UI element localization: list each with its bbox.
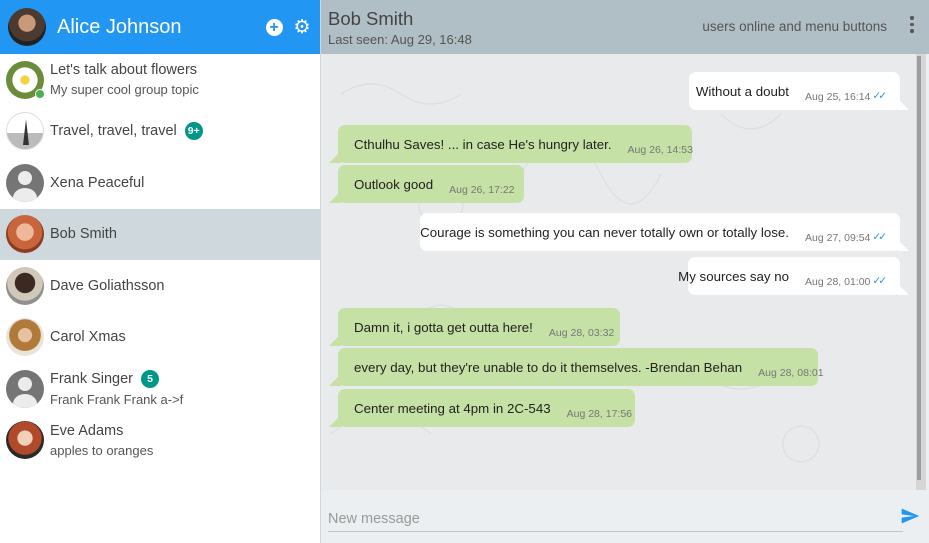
flower-avatar <box>6 60 45 99</box>
contact-text: Let's talk about flowers My super cool gr… <box>50 62 199 97</box>
outgoing-message[interactable]: My sources say no Aug 28, 01:00 ✓✓ <box>678 257 909 295</box>
contact-name: Frank Singer <box>50 371 134 388</box>
more-vertical-icon[interactable] <box>909 16 915 33</box>
message-timestamp: Aug 27, 09:54 <box>805 232 871 244</box>
contact-item[interactable]: Dave Goliathsson <box>0 260 320 312</box>
contact-item[interactable]: Let's talk about flowers My super cool gr… <box>0 54 320 106</box>
new-message-input[interactable] <box>328 506 903 532</box>
unread-badge: 5 <box>141 370 160 389</box>
double-check-icon: ✓✓ <box>872 231 887 243</box>
message-timestamp: Aug 28, 08:01 <box>758 367 824 379</box>
settings-button[interactable]: ⚙ <box>292 17 312 37</box>
contact-subtitle: apples to oranges <box>50 442 154 458</box>
incoming-message[interactable]: Center meeting at 4pm in 2C-543 Aug 28, 1… <box>329 389 635 427</box>
message-timestamp: Aug 28, 01:00 <box>805 276 871 288</box>
contact-text: Carol Xmas <box>50 329 126 345</box>
contact-item[interactable]: Frank Singer 5 Frank Frank Frank a->f <box>0 363 320 415</box>
contact-name: Xena Peaceful <box>50 174 145 191</box>
outgoing-message[interactable]: Without a doubt Aug 25, 16:14 ✓✓ <box>689 72 909 110</box>
contact-name-row: Xena Peaceful <box>50 175 144 191</box>
chat-panel: Bob Smith Last seen: Aug 29, 16:48 users… <box>321 0 929 543</box>
contact-name-row: Travel, travel, travel 9+ <box>50 122 203 141</box>
incoming-message[interactable]: every day, but they're unable to do it t… <box>329 348 824 386</box>
message-timestamp: Aug 28, 17:56 <box>566 408 632 420</box>
contact-item[interactable]: Xena Peaceful <box>0 157 320 209</box>
contact-name-row: Let's talk about flowers <box>50 62 199 78</box>
message-text: My sources say no <box>678 268 789 284</box>
sidebar-header: Alice Johnson + ⚙ <box>0 0 320 54</box>
last-seen: Last seen: Aug 29, 16:48 <box>328 32 472 47</box>
sidebar: Alice Johnson + ⚙ Let's talk about flowe… <box>0 0 321 543</box>
contact-name-row: Eve Adams <box>50 423 153 439</box>
contact-list: Let's talk about flowers My super cool gr… <box>0 54 320 466</box>
contact-name-row: Bob Smith <box>50 226 117 242</box>
plus-circle-icon: + <box>265 18 283 36</box>
contact-name-row: Dave Goliathsson <box>50 278 164 294</box>
incoming-message[interactable]: Cthulhu Saves! ... in case He's hungry l… <box>329 125 693 163</box>
contact-name: Let's talk about flowers <box>50 62 198 79</box>
contact-item[interactable]: Carol Xmas <box>0 312 320 364</box>
message-timestamp: Aug 25, 16:14 <box>805 91 871 103</box>
unread-badge: 9+ <box>184 122 203 141</box>
scrollbar-thumb[interactable] <box>917 56 921 480</box>
double-check-icon: ✓✓ <box>872 275 887 287</box>
message-text: Cthulhu Saves! ... in case He's hungry l… <box>354 136 612 152</box>
message-text: Damn it, i gotta get outta here! <box>354 319 533 335</box>
message-timestamp: Aug 28, 03:32 <box>548 327 615 339</box>
outgoing-message[interactable]: Courage is something you can never total… <box>420 213 909 251</box>
message-timestamp: Aug 26, 14:53 <box>627 144 693 156</box>
chat-header: Bob Smith Last seen: Aug 29, 16:48 users… <box>321 0 929 54</box>
contact-subtitle: My super cool group topic <box>50 82 199 98</box>
contact-name: Eve Adams <box>50 422 124 439</box>
message-text: Without a doubt <box>695 83 789 99</box>
incoming-message[interactable]: Damn it, i gotta get outta here! Aug 28, … <box>329 308 620 346</box>
eiffel-tower-avatar <box>6 112 44 151</box>
header-hint: users online and menu buttons <box>702 19 887 34</box>
contact-name: Travel, travel, travel <box>50 123 177 140</box>
contact-text: Travel, travel, travel 9+ <box>50 122 203 141</box>
message-list: Without a doubt Aug 25, 16:14 ✓✓ Cthulhu Sa… <box>321 54 921 490</box>
contact-text: Frank Singer 5 Frank Frank Frank a->f <box>50 370 183 407</box>
contact-name: Carol Xmas <box>50 329 126 346</box>
send-icon[interactable] <box>899 506 921 526</box>
scrollbar[interactable] <box>916 54 926 490</box>
incoming-message[interactable]: Outlook good Aug 26, 17:22 <box>329 165 524 203</box>
gear-icon: ⚙ <box>293 16 311 38</box>
contact-name: Bob Smith <box>50 226 117 243</box>
contact-name: Dave Goliathsson <box>50 277 165 294</box>
contact-text: Eve Adams apples to oranges <box>50 423 153 458</box>
carol-avatar <box>6 318 44 357</box>
contact-item[interactable]: Eve Adams apples to oranges <box>0 415 320 467</box>
online-indicator <box>35 88 45 99</box>
contact-text: Dave Goliathsson <box>50 278 164 294</box>
new-chat-button[interactable]: + <box>264 17 284 37</box>
message-text: every day, but they're unable to do it t… <box>354 359 743 375</box>
composer <box>321 490 929 543</box>
contact-text: Bob Smith <box>50 226 117 242</box>
dave-avatar <box>6 266 44 305</box>
message-text: Center meeting at 4pm in 2C-543 <box>354 400 551 416</box>
double-check-icon: ✓✓ <box>872 90 887 102</box>
bob-smith-avatar <box>6 215 44 254</box>
contact-name-row: Frank Singer 5 <box>50 370 183 389</box>
message-text: Outlook good <box>354 176 434 192</box>
my-avatar[interactable] <box>8 8 46 46</box>
generic-person-avatar <box>6 369 44 408</box>
contact-subtitle: Frank Frank Frank a->f <box>50 392 184 408</box>
contact-text: Xena Peaceful <box>50 175 144 191</box>
message-text: Courage is something you can never total… <box>420 224 789 240</box>
contact-item[interactable]: Travel, travel, travel 9+ <box>0 106 320 158</box>
generic-person-avatar <box>6 163 44 202</box>
message-timestamp: Aug 26, 17:22 <box>449 184 515 196</box>
eve-avatar <box>6 421 44 460</box>
contact-item[interactable]: Bob Smith <box>0 208 320 260</box>
contact-name-row: Carol Xmas <box>50 329 126 345</box>
my-name: Alice Johnson <box>57 15 182 38</box>
